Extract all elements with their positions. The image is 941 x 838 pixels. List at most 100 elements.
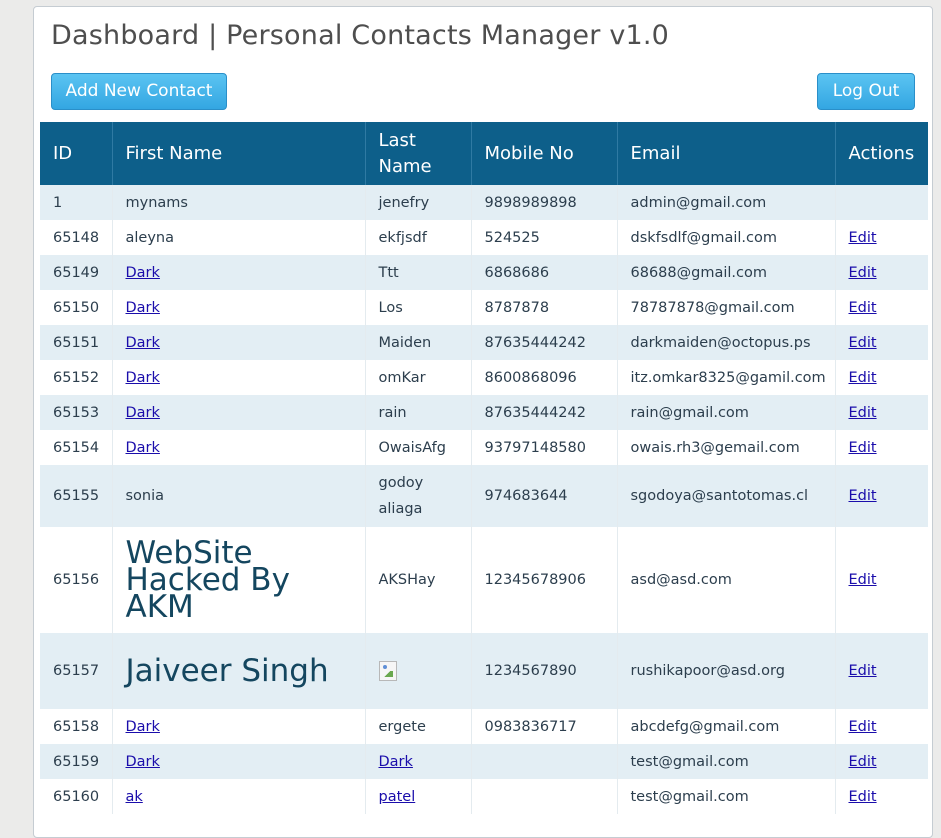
cell-mobile: 974683644 bbox=[471, 465, 618, 527]
edit-link[interactable]: Edit bbox=[849, 719, 877, 735]
cell-actions: Edit bbox=[835, 325, 928, 360]
cell-mobile: 524525 bbox=[471, 220, 618, 255]
cell-last-name: Dark bbox=[365, 744, 472, 779]
table-row: 65154 Dark OwaisAfg 93797148580 owais.rh… bbox=[40, 430, 928, 465]
edit-link[interactable]: Edit bbox=[849, 754, 877, 770]
cell-first-name: Dark bbox=[112, 255, 366, 290]
edit-link[interactable]: Edit bbox=[849, 335, 877, 351]
cell-actions: Edit bbox=[835, 633, 928, 709]
first-name-link[interactable]: Dark bbox=[126, 405, 160, 421]
cell-actions: Edit bbox=[835, 395, 928, 430]
cell-mobile: 9898989898 bbox=[471, 185, 618, 220]
cell-first-name: Dark bbox=[112, 360, 366, 395]
table-row: 65156 WebSite Hacked By AKM AKSHay 12345… bbox=[40, 527, 928, 633]
cell-email: 68688@gmail.com bbox=[617, 255, 836, 290]
cell-actions: Edit bbox=[835, 360, 928, 395]
edit-link[interactable]: Edit bbox=[849, 663, 877, 679]
cell-first-name: ak bbox=[112, 779, 366, 814]
cell-actions: Edit bbox=[835, 430, 928, 465]
edit-link[interactable]: Edit bbox=[849, 405, 877, 421]
edit-link[interactable]: Edit bbox=[849, 440, 877, 456]
cell-last-name: Ttt bbox=[365, 255, 472, 290]
cell-id: 65153 bbox=[40, 395, 113, 430]
cell-id: 1 bbox=[40, 185, 113, 220]
table-row: 65150 Dark Los 8787878 78787878@gmail.co… bbox=[40, 290, 928, 325]
first-name-link[interactable]: Dark bbox=[126, 719, 160, 735]
table-row: 65159 Dark Dark test@gmail.com Edit bbox=[40, 744, 928, 779]
cell-email: owais.rh3@gemail.com bbox=[617, 430, 836, 465]
first-name-link[interactable]: Dark bbox=[126, 440, 160, 456]
cell-id: 65159 bbox=[40, 744, 113, 779]
cell-last-name: ekfjsdf bbox=[365, 220, 472, 255]
first-name-link[interactable]: Dark bbox=[126, 300, 160, 316]
cell-first-name: Dark bbox=[112, 290, 366, 325]
table-row: 1 mynams jenefry 9898989898 admin@gmail.… bbox=[40, 185, 928, 220]
cell-mobile: 87635444242 bbox=[471, 325, 618, 360]
edit-link[interactable]: Edit bbox=[849, 572, 877, 588]
cell-email: test@gmail.com bbox=[617, 744, 836, 779]
cell-id: 65151 bbox=[40, 325, 113, 360]
column-header-email: Email bbox=[617, 122, 836, 185]
cell-mobile: 12345678906 bbox=[471, 527, 618, 633]
edit-link[interactable]: Edit bbox=[849, 265, 877, 281]
cell-last-name: patel bbox=[365, 779, 472, 814]
cell-last-name: godoy aliaga bbox=[365, 465, 472, 527]
table-row: 65158 Dark ergete 0983836717 abcdefg@gma… bbox=[40, 709, 928, 744]
contacts-table: ID First Name Last Name Mobile No Email … bbox=[40, 122, 928, 814]
cell-email: 78787878@gmail.com bbox=[617, 290, 836, 325]
cell-mobile: 6868686 bbox=[471, 255, 618, 290]
cell-last-name: OwaisAfg bbox=[365, 430, 472, 465]
cell-email: abcdefg@gmail.com bbox=[617, 709, 836, 744]
first-name-link[interactable]: ak bbox=[126, 789, 143, 805]
edit-link[interactable]: Edit bbox=[849, 300, 877, 316]
edit-link[interactable]: Edit bbox=[849, 230, 877, 246]
cell-actions: Edit bbox=[835, 255, 928, 290]
cell-first-name: Dark bbox=[112, 395, 366, 430]
cell-email: admin@gmail.com bbox=[617, 185, 836, 220]
column-header-actions: Actions bbox=[835, 122, 928, 185]
last-name-link[interactable]: Dark bbox=[379, 754, 413, 770]
edit-link[interactable]: Edit bbox=[849, 488, 877, 504]
cell-email: darkmaiden@octopus.ps bbox=[617, 325, 836, 360]
first-name-link[interactable]: Dark bbox=[126, 754, 160, 770]
cell-id: 65157 bbox=[40, 633, 113, 709]
first-name-link[interactable]: Dark bbox=[126, 335, 160, 351]
table-row: 65152 Dark omKar 8600868096 itz.omkar832… bbox=[40, 360, 928, 395]
cell-email: rain@gmail.com bbox=[617, 395, 836, 430]
cell-last-name: omKar bbox=[365, 360, 472, 395]
edit-link[interactable]: Edit bbox=[849, 370, 877, 386]
log-out-button[interactable]: Log Out bbox=[817, 73, 915, 110]
cell-last-name: ergete bbox=[365, 709, 472, 744]
cell-first-name: WebSite Hacked By AKM bbox=[112, 527, 366, 633]
add-new-contact-button[interactable]: Add New Contact bbox=[51, 73, 227, 110]
cell-first-name: mynams bbox=[112, 185, 366, 220]
cell-actions: Edit bbox=[835, 465, 928, 527]
cell-mobile bbox=[471, 744, 618, 779]
last-name-link[interactable]: patel bbox=[379, 789, 416, 805]
cell-actions: Edit bbox=[835, 527, 928, 633]
cell-mobile: 1234567890 bbox=[471, 633, 618, 709]
cell-first-name: sonia bbox=[112, 465, 366, 527]
cell-email: itz.omkar8325@gamil.com bbox=[617, 360, 836, 395]
cell-actions: Edit bbox=[835, 290, 928, 325]
table-row: 65149 Dark Ttt 6868686 68688@gmail.com E… bbox=[40, 255, 928, 290]
first-name-link[interactable]: Dark bbox=[126, 265, 160, 281]
cell-first-name: Dark bbox=[112, 709, 366, 744]
edit-link[interactable]: Edit bbox=[849, 789, 877, 805]
cell-last-name: Los bbox=[365, 290, 472, 325]
cell-mobile: 87635444242 bbox=[471, 395, 618, 430]
cell-mobile: 0983836717 bbox=[471, 709, 618, 744]
cell-id: 65148 bbox=[40, 220, 113, 255]
table-header-row: ID First Name Last Name Mobile No Email … bbox=[40, 122, 928, 185]
broken-image-icon bbox=[378, 661, 397, 681]
cell-id: 65152 bbox=[40, 360, 113, 395]
cell-actions: Edit bbox=[835, 220, 928, 255]
cell-email: sgodoya@santotomas.cl bbox=[617, 465, 836, 527]
cell-id: 65155 bbox=[40, 465, 113, 527]
page-title: Dashboard | Personal Contacts Manager v1… bbox=[51, 20, 670, 51]
first-name-link[interactable]: Dark bbox=[126, 370, 160, 386]
cell-email: dskfsdlf@gmail.com bbox=[617, 220, 836, 255]
column-header-last-name: Last Name bbox=[365, 122, 472, 185]
cell-first-name: Jaiveer Singh bbox=[112, 633, 366, 709]
cell-id: 65156 bbox=[40, 527, 113, 633]
